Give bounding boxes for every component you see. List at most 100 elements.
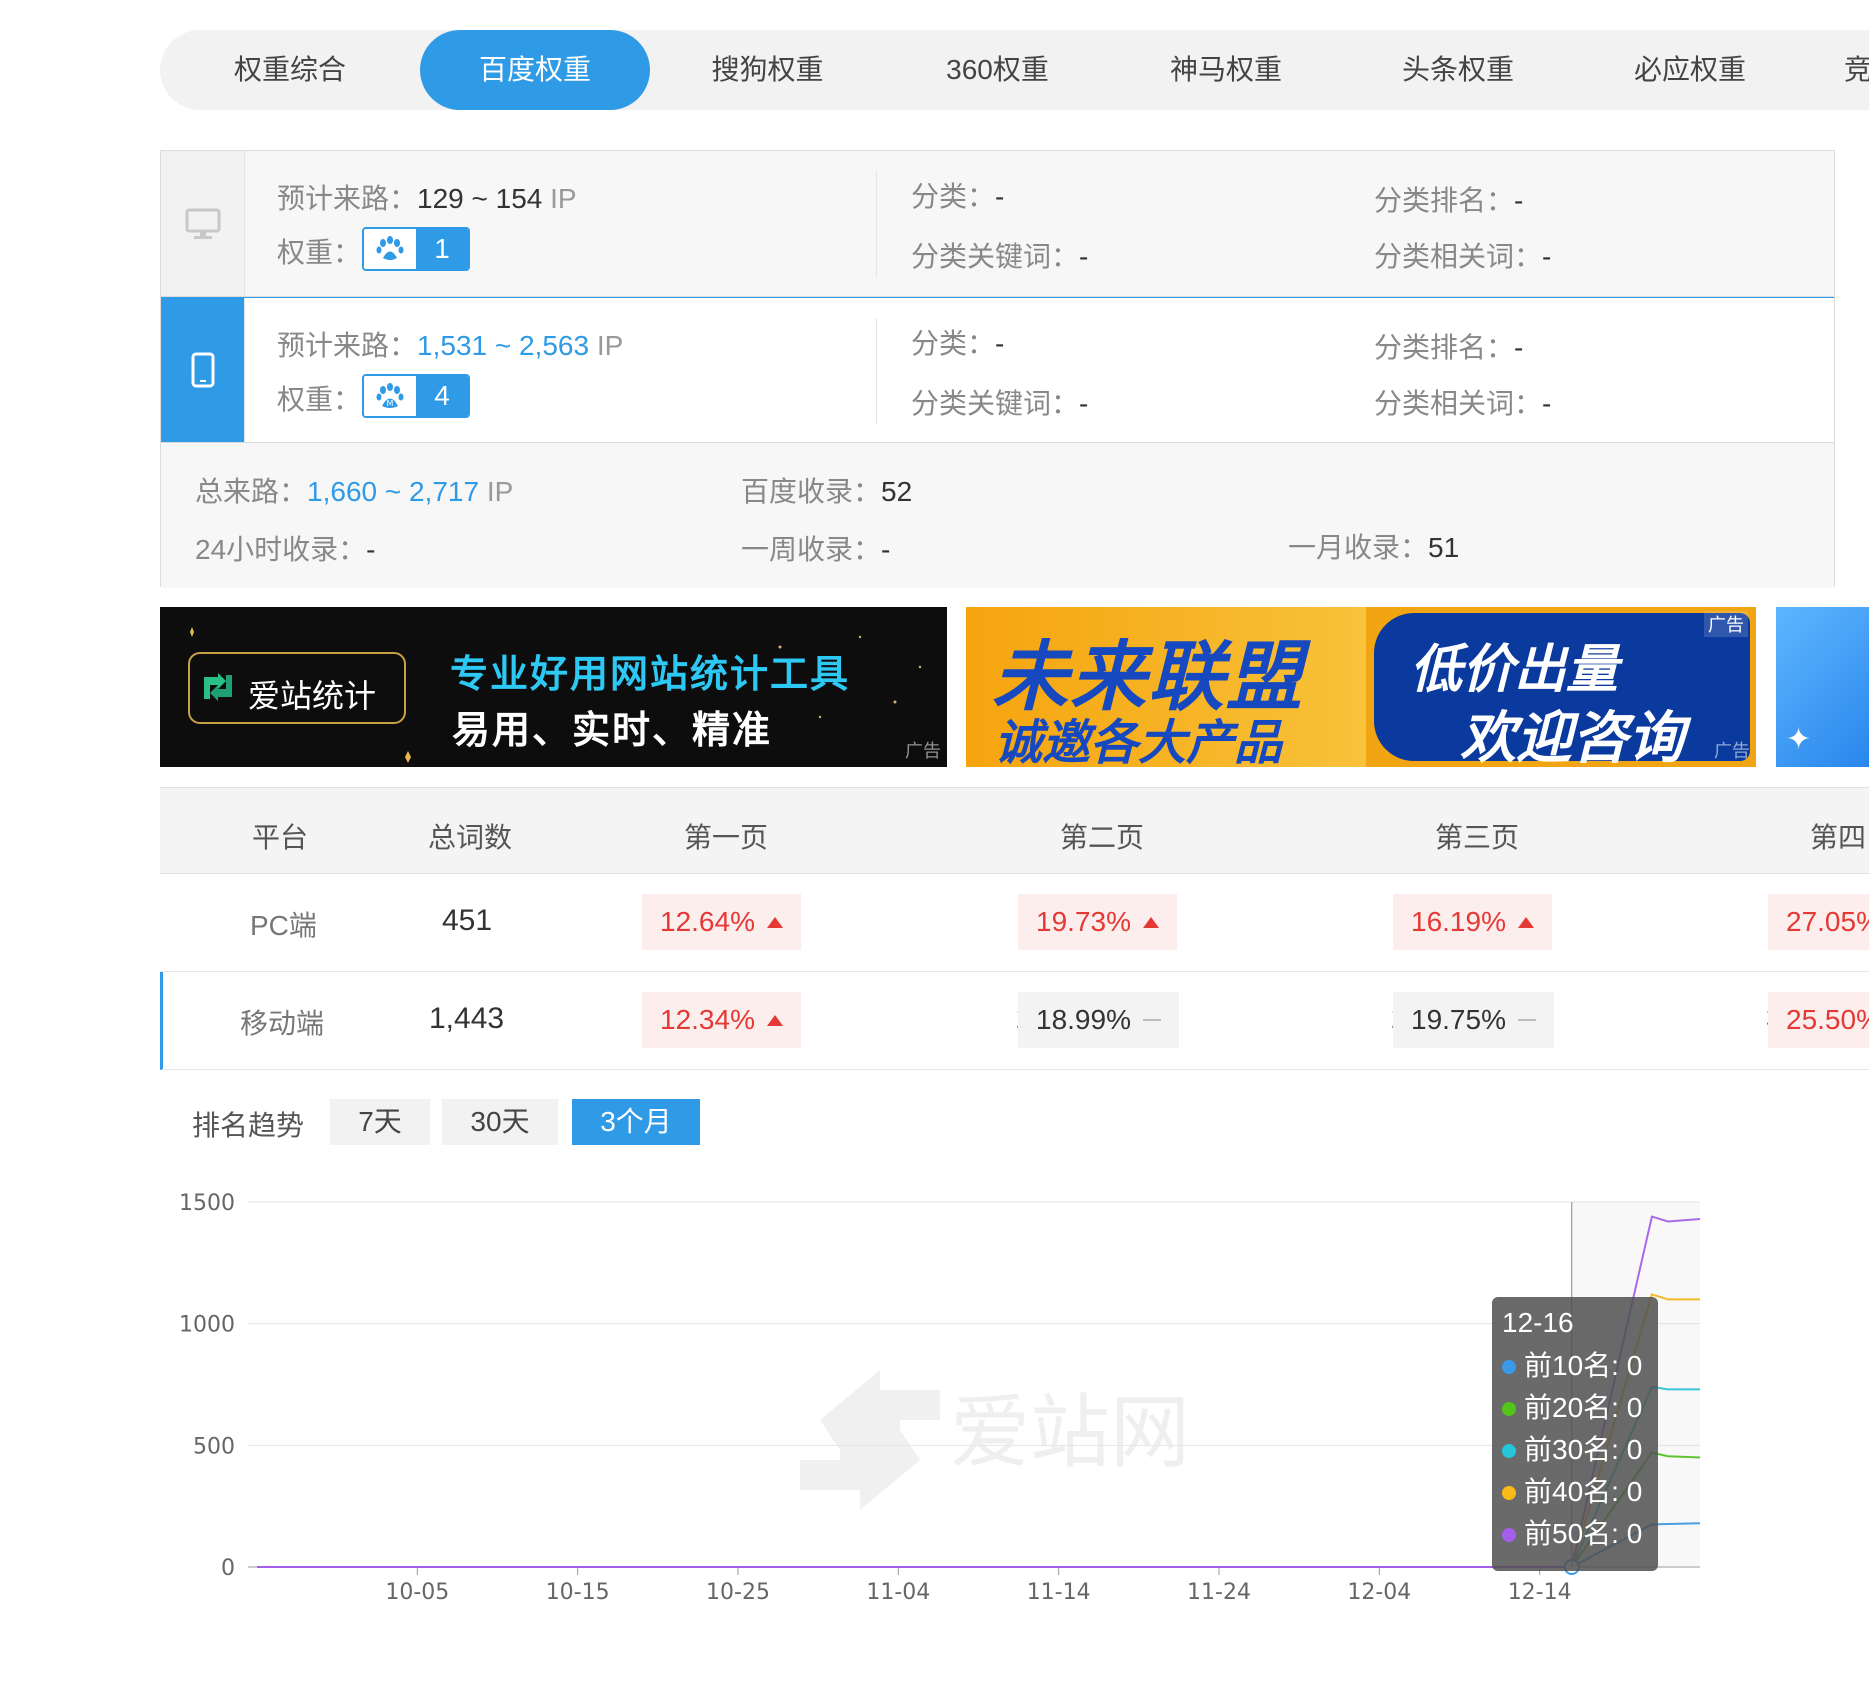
x-tick-label: 10-15	[546, 1580, 610, 1605]
total-traffic-unit: IP	[486, 476, 514, 507]
mobile-category-rank-label: 分类排名：	[1374, 332, 1515, 363]
header-platform: 平台	[252, 822, 309, 853]
aizhan-stats-ad-banner[interactable]: 爱站统计 专业好用网站统计工具 易用、实时、精准 广告	[160, 607, 947, 767]
ad-slogan-1: 低价出量	[1410, 641, 1619, 699]
ad-slogan-2: 欢迎咨询	[1460, 706, 1684, 767]
chart-watermark: 爱站网	[800, 1370, 1190, 1510]
pc-weight-row: 预计来路：129 ~ 154 IP 权重： 1 分类：- 分类关键词：- 分类排…	[161, 151, 1834, 297]
x-tick-label: 12-04	[1347, 1580, 1411, 1605]
tooltip-date: 12-16	[1502, 1307, 1574, 1338]
row-total: 451	[442, 904, 493, 937]
series-dot	[1502, 1486, 1516, 1500]
tab-toutiao-weight[interactable]: 头条权重	[1342, 30, 1574, 110]
row-page-4-percent: 27.05%	[1768, 894, 1869, 950]
mobile-baidu-weight-badge[interactable]: M 4	[362, 374, 470, 418]
tab-overall-weight[interactable]: 权重综合	[160, 30, 420, 110]
table-header: 平台 总词数 第一页 第二页 第三页 第四	[160, 788, 1869, 874]
tooltip-item: 前10名: 0	[1502, 1345, 1648, 1387]
aizhan-logo-icon	[200, 669, 236, 705]
series-dot	[1502, 1444, 1516, 1458]
table-row: PC端 451 57 12.64% 89 19.73% 73 16.19% 12…	[160, 874, 1869, 972]
y-tick-label: 1500	[179, 1191, 235, 1216]
tooltip-item: 前50名: 0	[1502, 1513, 1648, 1555]
weight-panel: 预计来路：129 ~ 154 IP 权重： 1 分类：- 分类关键词：- 分类排…	[160, 150, 1835, 588]
baidu-index-label: 百度收录：	[741, 476, 882, 507]
index-24h-label: 24小时收录：	[195, 534, 367, 565]
tab-baidu-weight[interactable]: 百度权重	[420, 30, 650, 110]
series-dot	[1502, 1528, 1516, 1542]
x-tick-label: 11-04	[866, 1580, 930, 1605]
mobile-traffic-value: 1,531 ~ 2,563	[417, 330, 590, 361]
header-page-3: 第三页	[1435, 822, 1520, 853]
mobile-category-rank-value: -	[1514, 332, 1524, 363]
row-page-1-percent: 12.34%	[642, 992, 801, 1048]
desktop-icon	[161, 151, 245, 296]
pc-traffic-unit: IP	[550, 183, 577, 214]
trend-up-icon	[766, 1015, 783, 1026]
y-tick-label: 1000	[179, 1313, 235, 1338]
trend-up-icon	[1142, 917, 1159, 928]
header-total-words: 总词数	[428, 822, 513, 853]
trend-up-icon	[766, 917, 783, 928]
mobile-weight-label: 权重：	[277, 384, 362, 415]
x-tick-label: 11-24	[1187, 1580, 1251, 1605]
x-tick-label: 11-14	[1027, 1580, 1091, 1605]
pc-category-rank-label: 分类排名：	[1374, 185, 1515, 216]
chart-tooltip: 12-16 前10名: 0 前20名: 0 前30名: 0 前40名: 0 前5…	[1492, 1297, 1658, 1571]
pc-category-value: -	[995, 181, 1005, 212]
partial-ad-banner[interactable]: ✦	[1776, 607, 1869, 767]
tab-sogou-weight[interactable]: 搜狗权重	[650, 30, 885, 110]
mobile-category-label: 分类：	[911, 328, 996, 359]
tab-more-weight[interactable]: 竞	[1806, 30, 1869, 110]
series-dot	[1502, 1360, 1516, 1374]
mobile-weight-row: 预计来路：1,531 ~ 2,563 IP 权重： M 4 分类：- 分类关键词…	[161, 297, 1834, 443]
pc-weight-label: 权重：	[277, 237, 362, 268]
row-page-2-percent: 18.99%	[1018, 992, 1179, 1048]
y-tick-label: 0	[221, 1556, 235, 1581]
mobile-weight-value: 4	[416, 376, 468, 416]
table-row: 移动端 1,443 178 12.34% 274 18.99% 285 19.7…	[160, 972, 1869, 1070]
range-3-months-button[interactable]: 3个月	[572, 1099, 700, 1145]
index-month-label: 一月收录：	[1288, 532, 1429, 563]
index-month-value: 51	[1428, 532, 1460, 563]
tab-bing-weight[interactable]: 必应权重	[1574, 30, 1806, 110]
baidu-index-value: 52	[881, 476, 913, 507]
trend-flat-icon	[1142, 1019, 1161, 1021]
header-page-2: 第二页	[1060, 822, 1145, 853]
pc-category-related-value: -	[1542, 241, 1552, 272]
tab-shenma-weight[interactable]: 神马权重	[1110, 30, 1342, 110]
range-7-days-button[interactable]: 7天	[330, 1099, 430, 1145]
pc-category-related-label: 分类相关词：	[1374, 241, 1543, 272]
index-week-label: 一周收录：	[741, 534, 882, 565]
ad-subheadline: 易用、实时、精准	[452, 710, 773, 752]
index-24h-value: -	[366, 534, 376, 565]
y-tick-label: 500	[193, 1434, 235, 1459]
range-30-days-button[interactable]: 30天	[442, 1099, 558, 1145]
pc-category-rank-value: -	[1514, 185, 1524, 216]
trend-flat-icon	[1517, 1019, 1536, 1021]
mobile-category-value: -	[995, 328, 1005, 359]
tooltip-item: 前30名: 0	[1502, 1429, 1648, 1471]
x-tick-label: 10-25	[706, 1580, 770, 1605]
tab-360-weight[interactable]: 360权重	[885, 30, 1110, 110]
trend-up-icon	[1517, 917, 1534, 928]
total-traffic-value: 1,660 ~ 2,717	[307, 476, 480, 507]
mobile-traffic-label: 预计来路：	[277, 330, 418, 361]
ad-headline: 专业好用网站统计工具	[450, 654, 851, 696]
row-platform: PC端	[250, 910, 317, 941]
sparkle-icon: ✦	[1786, 723, 1812, 756]
row-page-3-percent: 16.19%	[1393, 894, 1552, 950]
row-page-2-percent: 19.73%	[1018, 894, 1177, 950]
weilai-alliance-ad-banner[interactable]: 未来联盟 诚邀各大产品 低价出量 欢迎咨询 广告 广告	[966, 607, 1756, 767]
mobile-traffic-unit: IP	[596, 330, 624, 361]
svg-text:M: M	[387, 399, 394, 408]
series-line-前10名	[257, 1522, 1701, 1568]
index-summary: 总来路：1,660 ~ 2,717 IP 百度收录：52 24小时收录：- 一周…	[161, 444, 1834, 588]
row-page-1-percent: 12.64%	[642, 894, 801, 950]
pc-baidu-weight-badge[interactable]: 1	[362, 227, 470, 271]
ad-tag-top: 广告	[1704, 611, 1748, 637]
x-tick-label: 12-14	[1508, 1580, 1572, 1605]
pc-weight-value: 1	[416, 229, 468, 269]
mobile-category-keywords-label: 分类关键词：	[911, 388, 1080, 419]
weight-tabs: 权重综合 百度权重 搜狗权重 360权重 神马权重 头条权重 必应权重 竞	[160, 30, 1869, 110]
